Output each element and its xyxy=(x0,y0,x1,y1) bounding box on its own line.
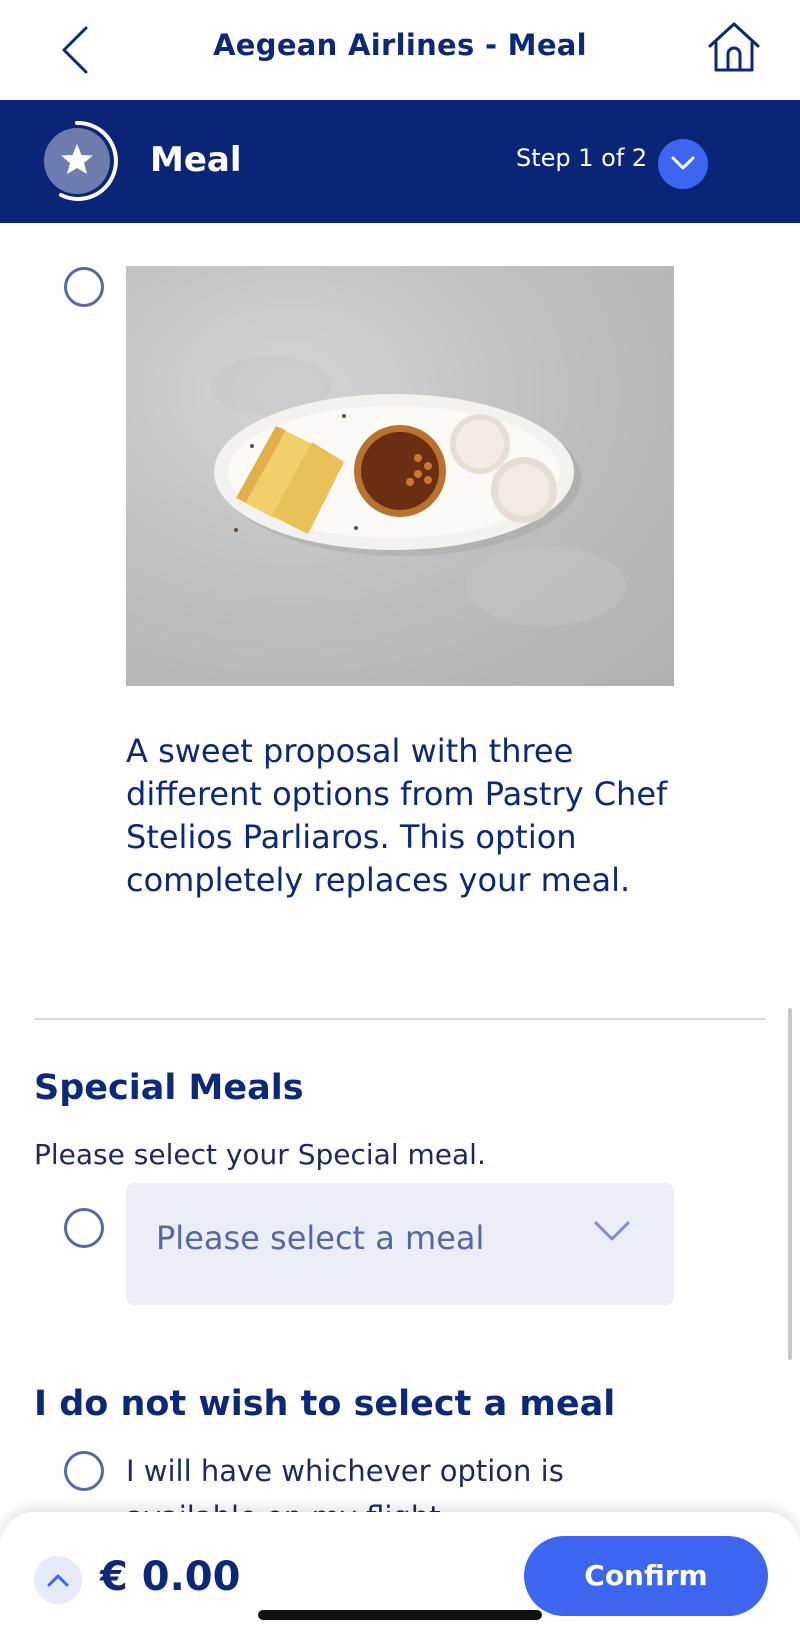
step-progress-ring xyxy=(36,120,118,202)
chevron-down-icon xyxy=(594,1221,630,1241)
home-indicator xyxy=(258,1610,542,1620)
scrollbar[interactable] xyxy=(788,1008,792,1360)
expand-summary-button[interactable] xyxy=(34,1556,82,1604)
home-icon xyxy=(708,22,760,72)
special-meal-select-placeholder: Please select a meal xyxy=(156,1219,485,1257)
section-divider xyxy=(34,1018,766,1020)
meal-option-radio[interactable] xyxy=(64,267,104,307)
home-button[interactable] xyxy=(706,20,762,76)
meal-description: A sweet proposal with three different op… xyxy=(126,732,668,899)
no-meal-option-text: I will have whichever option is xyxy=(126,1454,564,1488)
no-meal-title: I do not wish to select a meal xyxy=(34,1384,616,1424)
step-header: Meal Step 1 of 2 xyxy=(0,100,800,223)
step-expand-button[interactable] xyxy=(658,139,708,189)
special-meal-select[interactable]: Please select a meal xyxy=(126,1183,674,1305)
special-meals-title: Special Meals xyxy=(34,1068,304,1108)
bottom-summary-bar: € 0.00 Confirm xyxy=(0,1512,800,1638)
chevron-down-icon xyxy=(671,156,695,170)
meal-photo xyxy=(126,266,674,686)
special-meals-subtitle: Please select your Special meal. xyxy=(34,1138,486,1171)
step-title: Meal xyxy=(150,140,242,180)
chevron-up-icon xyxy=(47,1574,69,1587)
no-meal-radio[interactable] xyxy=(64,1451,104,1491)
confirm-button[interactable]: Confirm xyxy=(524,1536,768,1616)
top-navigation-bar: Aegean Airlines - Meal xyxy=(0,0,800,100)
page-title: Aegean Airlines - Meal xyxy=(213,28,587,62)
total-price: € 0.00 xyxy=(100,1554,241,1600)
step-progress-text: Step 1 of 2 xyxy=(516,144,648,172)
special-meal-radio[interactable] xyxy=(64,1208,104,1248)
